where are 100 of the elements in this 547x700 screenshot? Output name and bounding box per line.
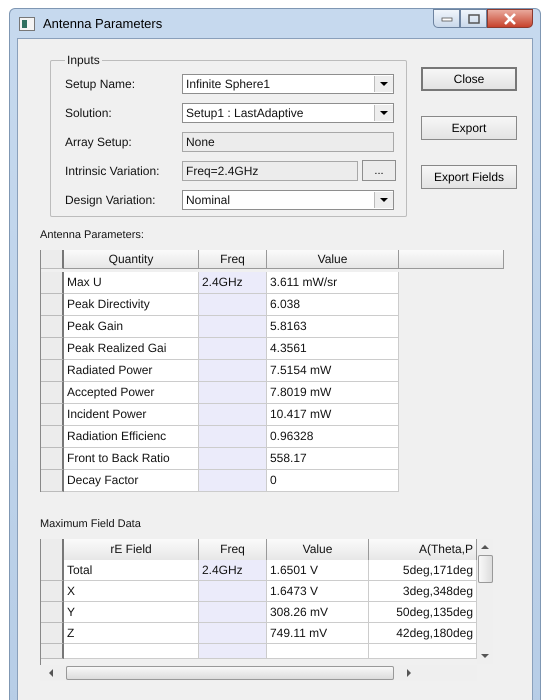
- readonly-field: Freq=2.4GHz: [182, 160, 358, 180]
- table-cell: 3deg,348deg: [369, 581, 477, 602]
- row-header[interactable]: [41, 644, 64, 659]
- field-label: Intrinsic Variation:: [65, 164, 160, 178]
- table-cell: 5deg,171deg: [369, 560, 477, 581]
- table-cell: [199, 448, 267, 470]
- dropdown[interactable]: Nominal: [182, 190, 394, 210]
- field-label: Solution:: [65, 106, 113, 120]
- readonly-field: None: [182, 132, 394, 152]
- minimize-button[interactable]: [433, 9, 460, 28]
- table-cell: [199, 294, 267, 316]
- corner-cell: [41, 539, 64, 561]
- caret-icon: [380, 110, 388, 114]
- minimize-icon: [440, 16, 452, 22]
- section-title: Maximum Field Data: [40, 518, 142, 530]
- table-cell: Total: [64, 560, 199, 581]
- table-cell: Accepted Power: [64, 382, 199, 404]
- corner-cell: [41, 250, 64, 269]
- table-cell: [199, 382, 267, 404]
- dropdown[interactable]: Infinite Sphere1: [182, 74, 394, 94]
- table-cell: 3.611 mW/sr: [267, 272, 399, 294]
- table-cell: 2.4GHz: [199, 560, 267, 581]
- table-cell: [199, 602, 267, 623]
- table-cell: [199, 470, 267, 492]
- table-cell: 1.6473 V: [267, 581, 369, 602]
- table-cell: [199, 404, 267, 426]
- caret-icon: [380, 198, 388, 202]
- table-cell: 2.4GHz: [199, 272, 267, 294]
- row-header[interactable]: [41, 581, 64, 602]
- column-header[interactable]: A(Theta,P: [369, 539, 477, 561]
- window-icon: [19, 16, 35, 30]
- table-cell: [199, 581, 267, 602]
- dropdown[interactable]: Setup1 : LastAdaptive: [182, 102, 394, 122]
- section-title: Antenna Parameters:: [40, 229, 145, 241]
- table-cell: X: [64, 581, 199, 602]
- field-label: Array Setup:: [65, 134, 133, 148]
- table-cell: Radiated Power: [64, 360, 199, 382]
- column-header[interactable]: Freq: [199, 539, 267, 561]
- right-arrow-icon: [406, 669, 412, 677]
- column-header[interactable]: Freq: [199, 250, 267, 269]
- table-cell: Peak Gain: [64, 316, 199, 338]
- table-cell: [199, 426, 267, 448]
- maximize-button[interactable]: [460, 9, 487, 28]
- table-cell: [199, 338, 267, 360]
- scroll-thumb[interactable]: [478, 555, 492, 583]
- column-header[interactable]: Value: [267, 539, 369, 561]
- up-arrow-icon: [481, 544, 489, 550]
- table-cell: 42deg,180deg: [369, 623, 477, 644]
- table-cell: 6.038: [267, 294, 399, 316]
- maximize-icon: [468, 14, 480, 24]
- left-arrow-icon: [48, 669, 54, 677]
- row-header[interactable]: [41, 448, 64, 470]
- caret-icon: [380, 82, 388, 86]
- table-cell: 1.6501 V: [267, 560, 369, 581]
- row-header[interactable]: [41, 602, 64, 623]
- row-header[interactable]: [41, 470, 64, 492]
- dialog-button[interactable]: Close: [421, 67, 517, 91]
- row-header[interactable]: [41, 294, 64, 316]
- column-header[interactable]: rE Field: [64, 539, 199, 561]
- dialog-button[interactable]: Export Fields: [421, 165, 517, 189]
- table-cell: 558.17: [267, 448, 399, 470]
- table-cell: Y: [64, 602, 199, 623]
- table-cell: 5.8163: [267, 316, 399, 338]
- column-header[interactable]: Quantity: [64, 250, 199, 269]
- table-cell: [199, 623, 267, 644]
- row-header[interactable]: [41, 623, 64, 644]
- table-cell: 50deg,135deg: [369, 602, 477, 623]
- table-cell: Decay Factor: [64, 470, 199, 492]
- table-cell: 7.5154 mW: [267, 360, 399, 382]
- window-title: Antenna Parameters: [43, 16, 162, 31]
- field-label: Design Variation:: [65, 192, 156, 206]
- scroll-thumb[interactable]: [66, 666, 394, 680]
- table-cell: Peak Realized Gai: [64, 338, 199, 360]
- dialog-button[interactable]: Export: [421, 116, 517, 140]
- table-cell: Max U: [64, 272, 199, 294]
- group-title: Inputs: [66, 53, 101, 67]
- table-cell: Radiation Efficienc: [64, 426, 199, 448]
- column-header[interactable]: Value: [267, 250, 399, 269]
- table-cell: 4.3561: [267, 338, 399, 360]
- table-cell: [199, 316, 267, 338]
- row-header[interactable]: [41, 316, 64, 338]
- table-cell: 0.96328: [267, 426, 399, 448]
- table-cell: [199, 644, 267, 659]
- row-header[interactable]: [41, 426, 64, 448]
- row-header[interactable]: [41, 360, 64, 382]
- field-label: Setup Name:: [65, 76, 136, 90]
- row-header[interactable]: [41, 382, 64, 404]
- browse-button[interactable]: ...: [362, 160, 396, 181]
- row-header[interactable]: [41, 338, 64, 360]
- table-cell: Front to Back Ratio: [64, 448, 199, 470]
- close-button[interactable]: [487, 9, 533, 28]
- row-header[interactable]: [41, 560, 64, 581]
- down-arrow-icon: [481, 653, 489, 659]
- table-cell: Peak Directivity: [64, 294, 199, 316]
- table-cell: 308.26 mV: [267, 602, 369, 623]
- table-cell: 10.417 mW: [267, 404, 399, 426]
- table-cell: [199, 360, 267, 382]
- close-icon: [503, 12, 517, 24]
- row-header[interactable]: [41, 272, 64, 294]
- row-header[interactable]: [41, 404, 64, 426]
